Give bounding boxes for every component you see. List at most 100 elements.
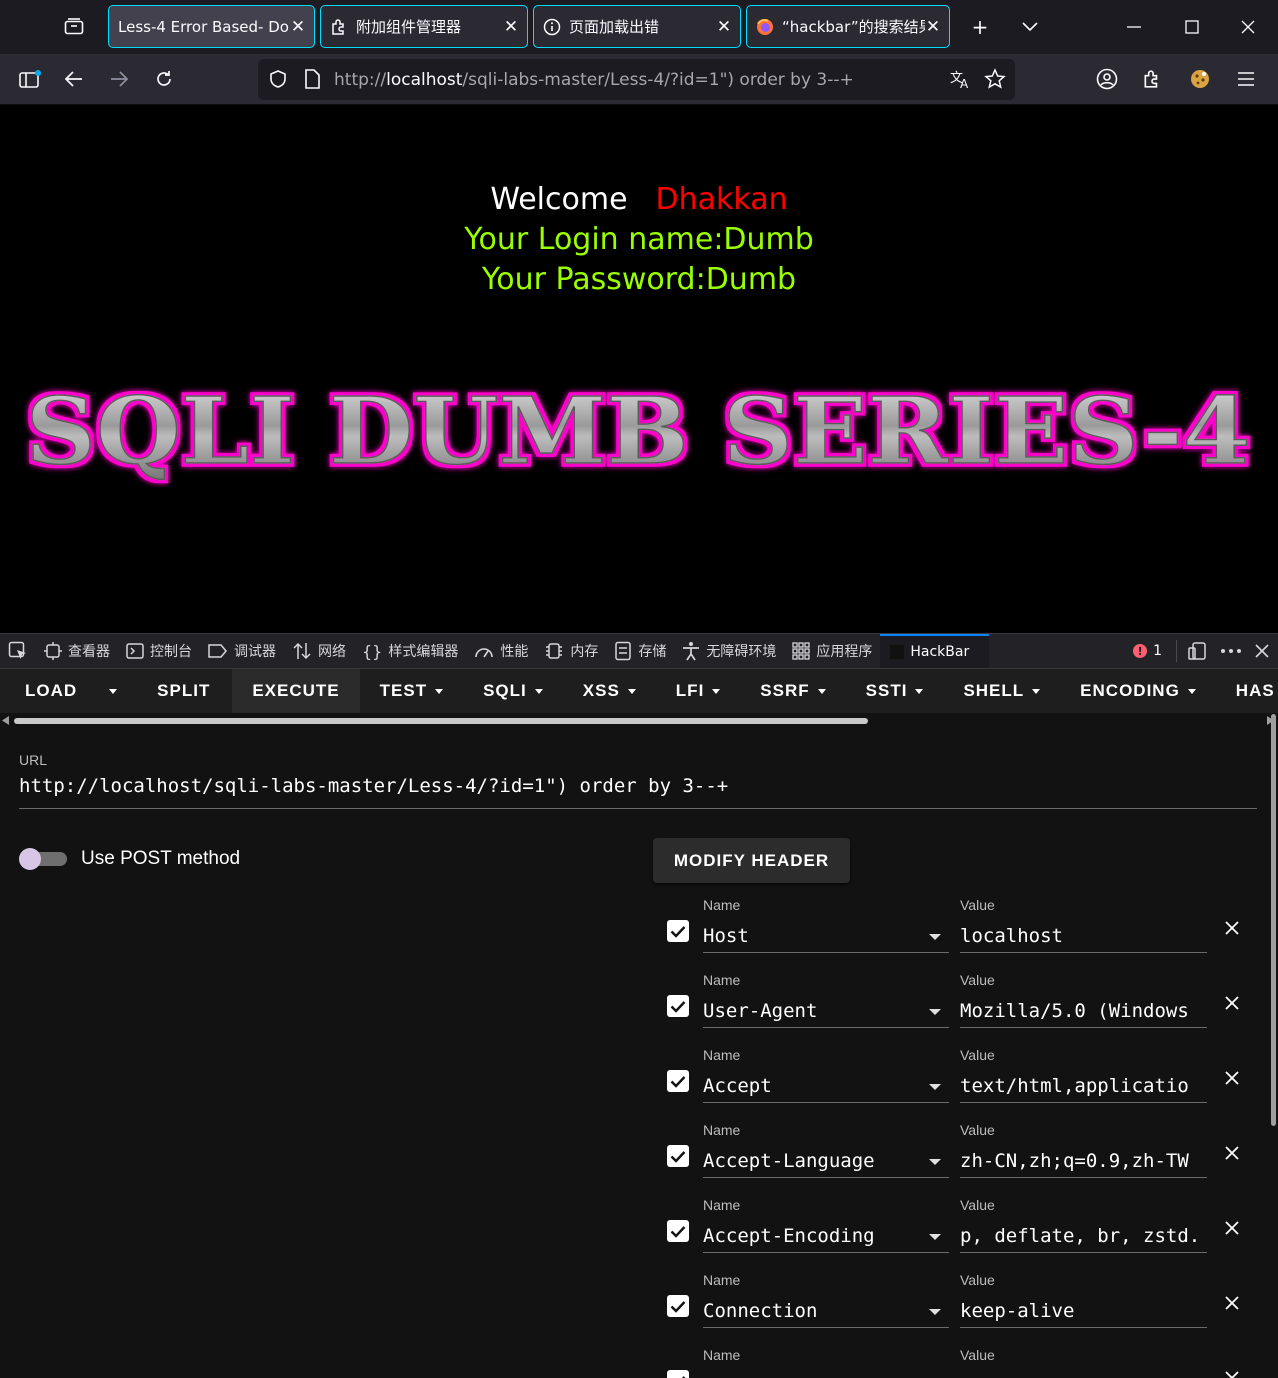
- tab-storage[interactable]: 存储: [606, 634, 674, 668]
- menu-label: SQLI: [483, 681, 527, 700]
- scrollbar-thumb[interactable]: [14, 718, 868, 724]
- close-tab-icon[interactable]: ✕: [925, 17, 941, 37]
- tab-network[interactable]: 网络: [284, 634, 354, 668]
- tab-application[interactable]: 应用程序: [784, 634, 880, 668]
- tab-label: HackBar: [910, 644, 970, 660]
- error-count-badge[interactable]: ! 1: [1133, 643, 1162, 659]
- checkmark-icon: [670, 1000, 686, 1013]
- close-devtools-icon[interactable]: [1255, 644, 1269, 658]
- tracking-shield-icon[interactable]: [268, 69, 288, 93]
- test-menu[interactable]: TEST: [360, 669, 463, 713]
- tab-overview-icon[interactable]: [58, 10, 90, 42]
- header-name-select[interactable]: Connection: [703, 1292, 949, 1328]
- tab-debugger[interactable]: 调试器: [200, 634, 284, 668]
- extensions-puzzle-icon[interactable]: [1136, 63, 1168, 95]
- shell-menu[interactable]: SHELL: [943, 669, 1060, 713]
- sidebar-icon[interactable]: [14, 63, 46, 95]
- menu-horizontal-scrollbar[interactable]: [0, 715, 1278, 725]
- execute-button[interactable]: EXECUTE: [232, 669, 360, 713]
- tab-accessibility[interactable]: 无障碍环境: [674, 634, 784, 668]
- delete-header-icon[interactable]: [1222, 1218, 1242, 1238]
- post-method-toggle[interactable]: [19, 848, 67, 870]
- header-enabled-checkbox[interactable]: [667, 995, 689, 1017]
- hamburger-menu-icon[interactable]: [1230, 63, 1262, 95]
- header-value-input[interactable]: .p, deflate, br, zstd: [960, 1217, 1207, 1253]
- header-name-select[interactable]: Accept: [703, 1067, 949, 1103]
- close-window-icon[interactable]: [1233, 12, 1263, 42]
- close-tab-icon[interactable]: ✕: [716, 17, 732, 37]
- back-arrow-icon[interactable]: [58, 63, 90, 95]
- address-bar[interactable]: http://localhost/sqli-labs-master/Less-4…: [258, 59, 1015, 100]
- hash-menu[interactable]: HAS: [1216, 669, 1278, 713]
- header-value-input[interactable]: zh-CN,zh;q=0.9,zh-TW: [960, 1142, 1207, 1178]
- maximize-icon[interactable]: [1177, 12, 1207, 42]
- extension-cookie-icon[interactable]: [1184, 63, 1216, 95]
- new-tab-icon[interactable]: +: [965, 12, 995, 42]
- bookmark-star-icon[interactable]: [984, 68, 1006, 94]
- load-button[interactable]: LOAD: [0, 669, 89, 713]
- header-value-input[interactable]: Mozilla/5.0 (Windows: [960, 992, 1207, 1028]
- encoding-menu[interactable]: ENCODING: [1060, 669, 1216, 713]
- caret-down-icon: [915, 688, 924, 694]
- header-name-select[interactable]: Accept-Encoding: [703, 1217, 949, 1253]
- tab-memory[interactable]: 内存: [536, 634, 606, 668]
- xss-menu[interactable]: XSS: [563, 669, 656, 713]
- header-name-select[interactable]: Host: [703, 917, 949, 953]
- tab-hackbar[interactable]: HackBar: [880, 634, 990, 668]
- tab-less4[interactable]: Less-4 Error Based- Dou ✕: [108, 5, 315, 48]
- header-value-input[interactable]: localhost: [960, 917, 1207, 953]
- panel-vertical-scrollbar[interactable]: [1268, 714, 1278, 1374]
- minimize-icon[interactable]: [1119, 12, 1149, 42]
- modify-header-button[interactable]: MODIFY HEADER: [653, 838, 850, 883]
- reload-icon[interactable]: [148, 63, 180, 95]
- element-picker-icon[interactable]: [0, 634, 36, 668]
- header-enabled-checkbox[interactable]: [667, 920, 689, 942]
- hackbar-logo-icon: [890, 645, 905, 659]
- url-text[interactable]: http://localhost/sqli-labs-master/Less-4…: [334, 70, 854, 90]
- tab-performance[interactable]: 性能: [466, 634, 536, 668]
- password-text: Your Password:Dumb: [481, 262, 797, 297]
- header-enabled-checkbox[interactable]: [667, 1295, 689, 1317]
- tab-style-editor[interactable]: {} 样式编辑器: [354, 634, 466, 668]
- header-value-input[interactable]: [960, 1367, 1207, 1378]
- ssrf-menu[interactable]: SSRF: [740, 669, 845, 713]
- header-name-select[interactable]: [703, 1367, 949, 1378]
- header-enabled-checkbox[interactable]: [667, 1145, 689, 1167]
- header-value-input[interactable]: text/html,applicatio: [960, 1067, 1207, 1103]
- tab-hackbar-search[interactable]: “hackbar”的搜索结果 ✕: [746, 5, 950, 48]
- tab-list-chevron-icon[interactable]: [1015, 12, 1045, 42]
- forward-arrow-icon[interactable]: [103, 63, 135, 95]
- load-dropdown-button[interactable]: [89, 669, 137, 713]
- page-info-icon[interactable]: [304, 69, 320, 93]
- header-row: Name Value Connection keep-alive: [0, 1272, 1278, 1347]
- sqli-menu[interactable]: SQLI: [463, 669, 563, 713]
- delete-header-icon[interactable]: [1222, 1068, 1242, 1088]
- split-button[interactable]: SPLIT: [137, 669, 232, 713]
- delete-header-icon[interactable]: [1222, 993, 1242, 1013]
- delete-header-icon[interactable]: [1222, 1143, 1242, 1163]
- tab-console[interactable]: 控制台: [118, 634, 200, 668]
- ssti-menu[interactable]: SSTI: [846, 669, 944, 713]
- url-input[interactable]: http://localhost/sqli-labs-master/Less-4…: [19, 775, 1257, 809]
- header-value-input[interactable]: keep-alive: [960, 1292, 1207, 1328]
- header-enabled-checkbox[interactable]: [667, 1370, 689, 1378]
- tab-addons[interactable]: 附加组件管理器 ✕: [320, 5, 528, 48]
- header-enabled-checkbox[interactable]: [667, 1070, 689, 1092]
- header-name-select[interactable]: Accept-Language: [703, 1142, 949, 1178]
- header-name-select[interactable]: User-Agent: [703, 992, 949, 1028]
- scrollbar-thumb[interactable]: [1271, 714, 1276, 1126]
- header-enabled-checkbox[interactable]: [667, 1220, 689, 1242]
- more-options-icon[interactable]: [1221, 649, 1241, 653]
- close-tab-icon[interactable]: ✕: [503, 17, 519, 37]
- scroll-left-arrow-icon[interactable]: [2, 716, 10, 725]
- tab-load-error[interactable]: 页面加载出错 ✕: [533, 5, 741, 48]
- responsive-design-icon[interactable]: [1187, 641, 1207, 661]
- account-icon[interactable]: [1091, 63, 1123, 95]
- close-tab-icon[interactable]: ✕: [290, 17, 306, 37]
- delete-header-icon[interactable]: [1222, 918, 1242, 938]
- lfi-menu[interactable]: LFI: [656, 669, 741, 713]
- delete-header-icon[interactable]: [1222, 1368, 1242, 1378]
- tab-inspector[interactable]: 查看器: [36, 634, 118, 668]
- translate-icon[interactable]: 文A: [950, 69, 972, 93]
- delete-header-icon[interactable]: [1222, 1293, 1242, 1313]
